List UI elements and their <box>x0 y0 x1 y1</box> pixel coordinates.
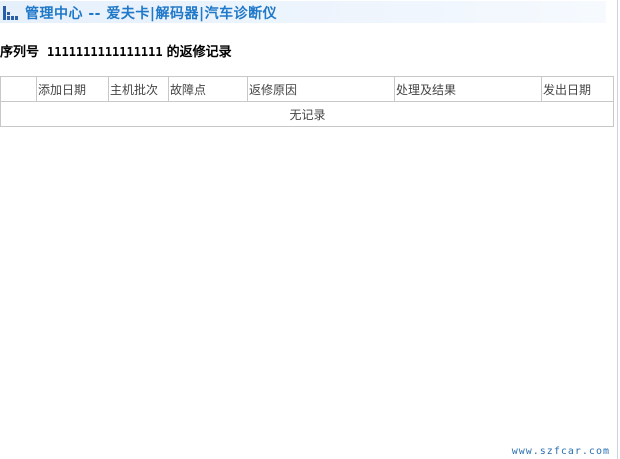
table-row: 无记录 <box>0 101 614 127</box>
column-header-repair-reason: 返修原因 <box>247 76 395 102</box>
serial-heading: 序列号 1111111111111111 的返修记录 <box>0 41 232 60</box>
column-header-batch: 主机批次 <box>108 76 169 102</box>
serial-suffix: 的返修记录 <box>166 45 232 60</box>
table-header-row: 添加日期 主机批次 故障点 返修原因 处理及结果 发出日期 <box>0 76 614 102</box>
column-header-result: 处理及结果 <box>394 76 542 102</box>
column-header-blank <box>0 76 37 102</box>
page-header: 管理中心 -- 爱夫卡|解码器|汽车诊断仪 <box>0 1 606 23</box>
page: 管理中心 -- 爱夫卡|解码器|汽车诊断仪 序列号 111111111111111… <box>0 0 620 459</box>
site-watermark: www.szfcar.com <box>511 446 610 457</box>
column-header-fault-point: 故障点 <box>168 76 248 102</box>
right-frame-border <box>617 0 618 459</box>
column-header-ship-date: 发出日期 <box>541 76 614 102</box>
empty-state-cell: 无记录 <box>0 101 614 127</box>
repair-records-table: 添加日期 主机批次 故障点 返修原因 处理及结果 发出日期 无记录 <box>0 76 614 127</box>
serial-label: 序列号 <box>0 45 40 60</box>
bar-chart-icon <box>3 5 18 20</box>
column-header-add-date: 添加日期 <box>36 76 109 102</box>
page-title: 管理中心 -- 爱夫卡|解码器|汽车诊断仪 <box>25 6 278 22</box>
serial-number: 1111111111111111 <box>47 45 163 59</box>
